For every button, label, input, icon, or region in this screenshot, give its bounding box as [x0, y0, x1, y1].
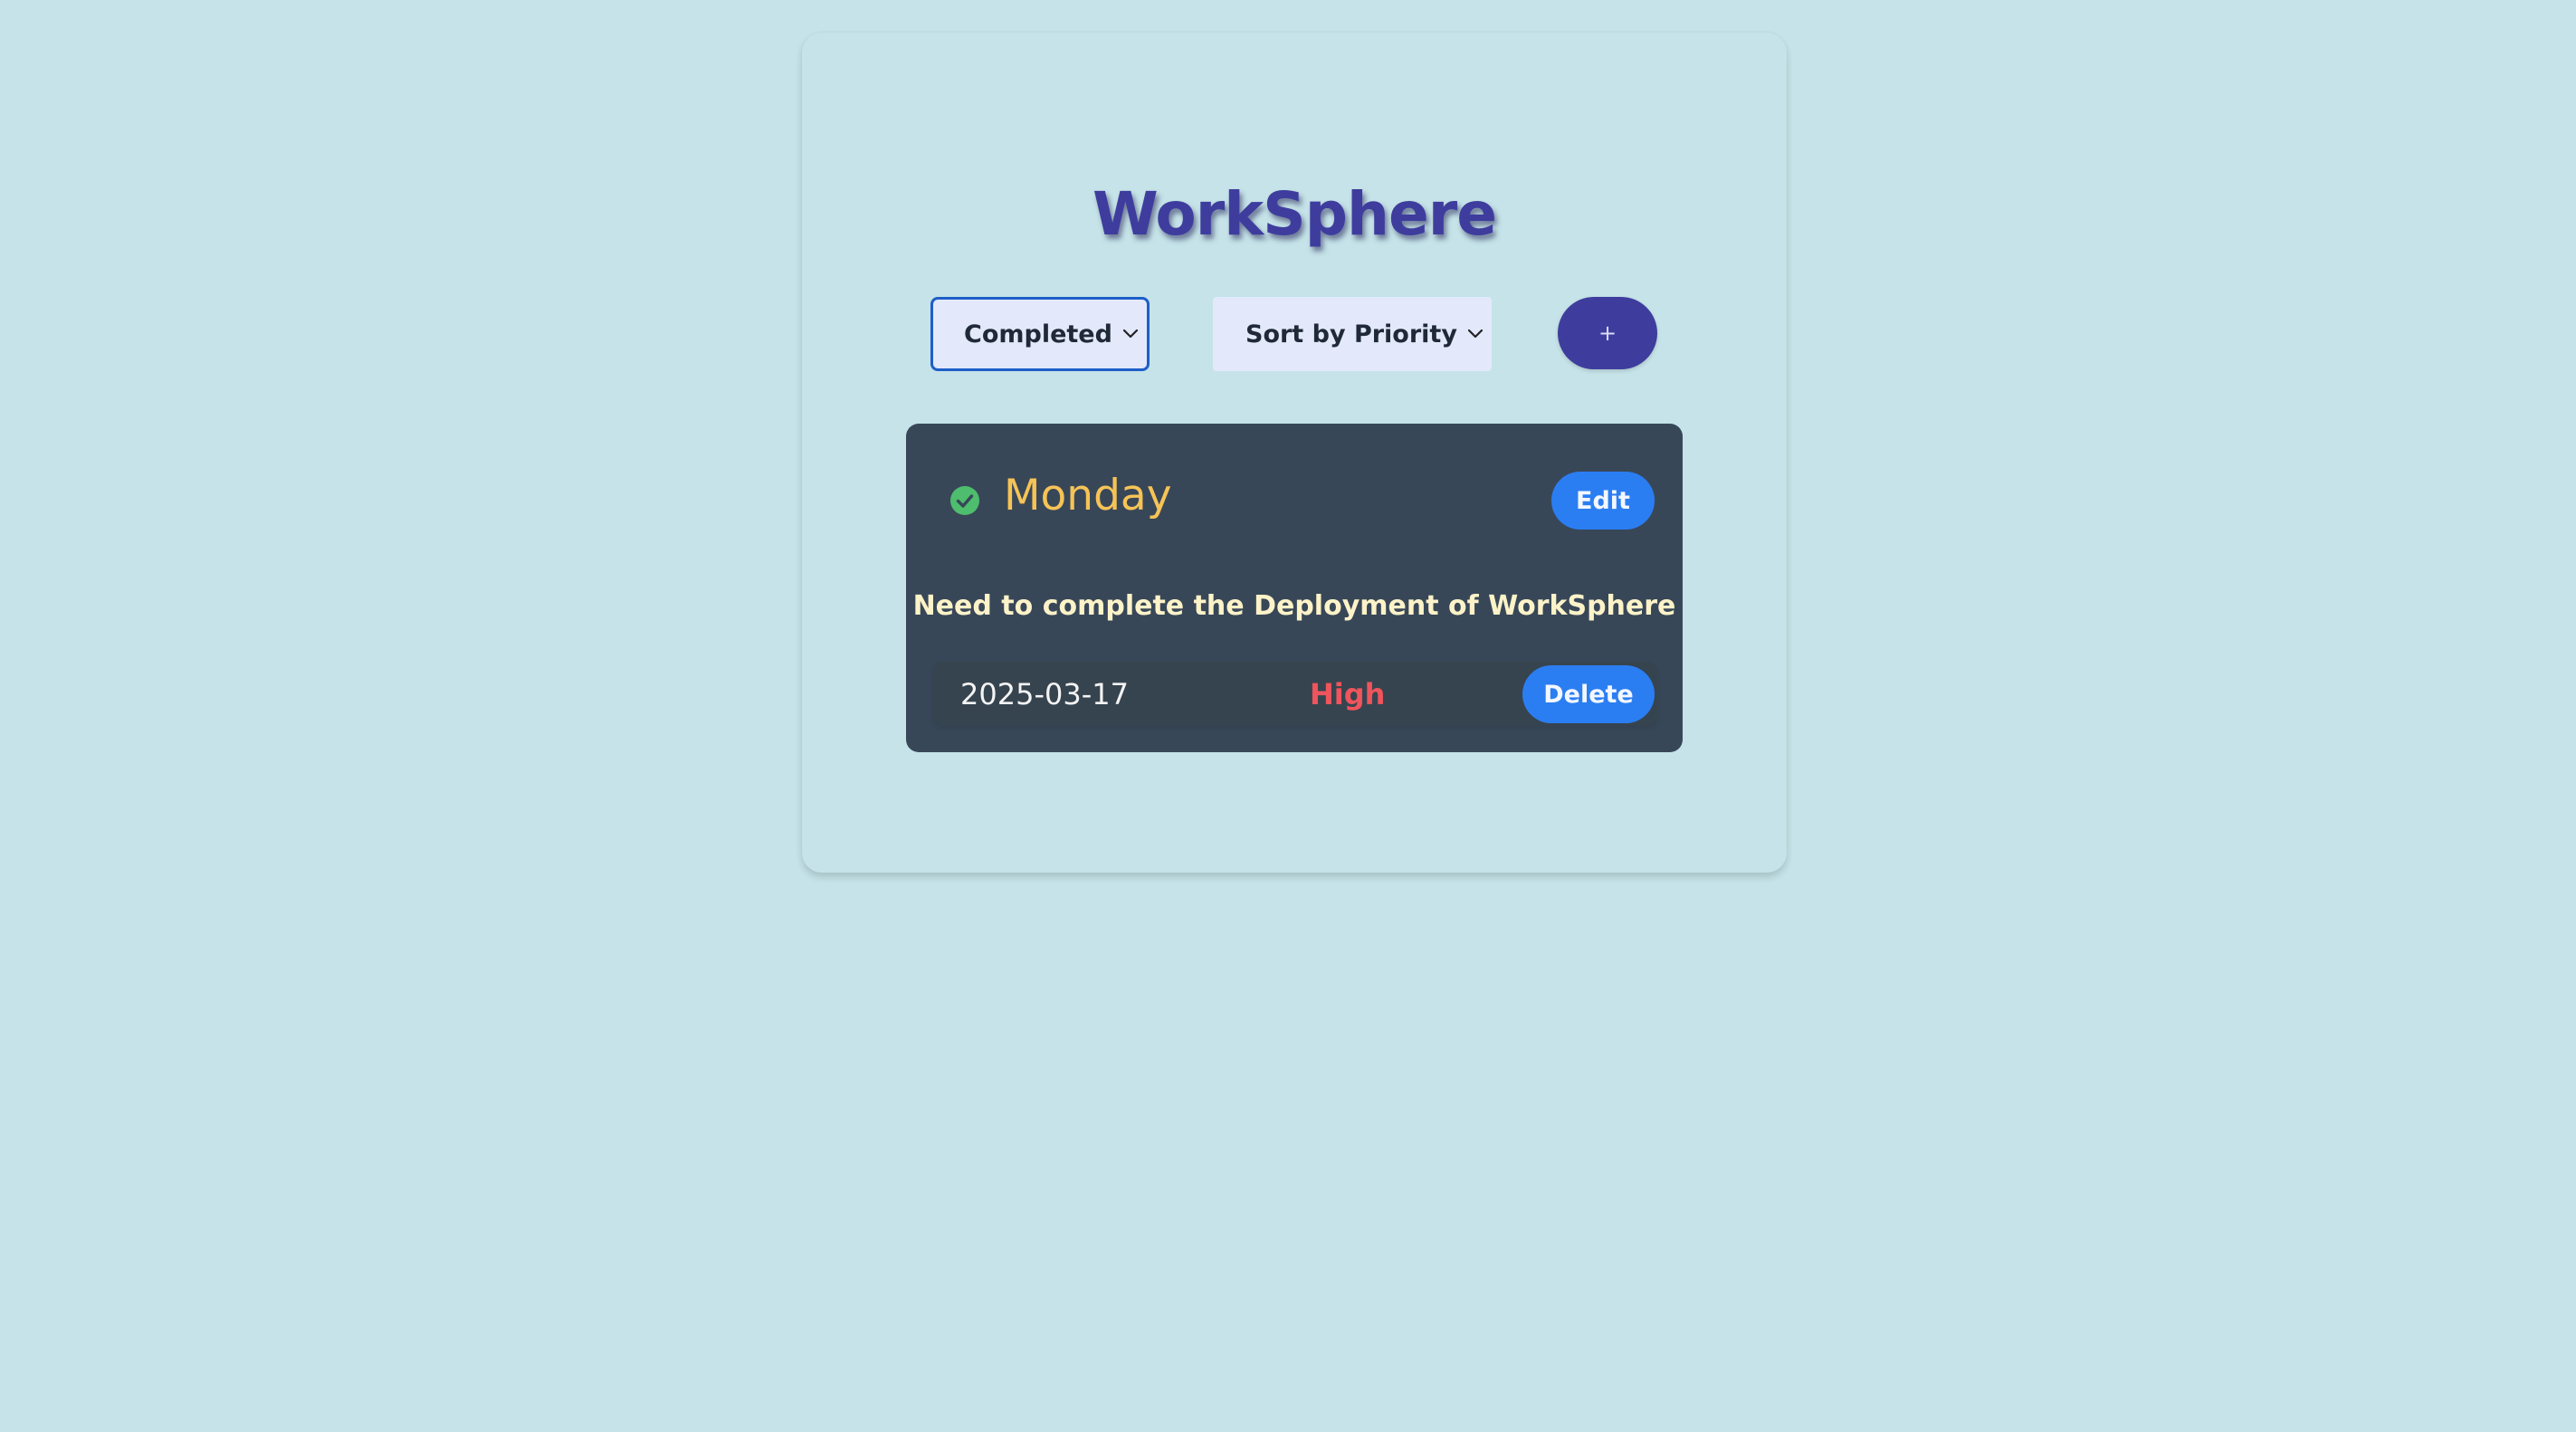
plus-icon: + [1598, 320, 1617, 346]
task-due-date: 2025-03-17 [960, 677, 1129, 711]
task-description: Need to complete the Deployment of WorkS… [912, 590, 1676, 622]
status-filter-value: Completed [964, 320, 1112, 348]
status-filter-select[interactable]: Completed [930, 297, 1150, 371]
add-task-button[interactable]: + [1558, 297, 1657, 369]
task-card: Monday Edit Need to complete the Deploym… [906, 424, 1683, 752]
sort-select[interactable]: Sort by Priority [1213, 297, 1492, 371]
sort-select-value: Sort by Priority [1245, 320, 1457, 348]
app-title: WorkSphere [1092, 179, 1497, 249]
chevron-down-icon [1122, 329, 1139, 339]
task-priority-badge: High [1310, 677, 1386, 711]
edit-button[interactable]: Edit [1551, 472, 1655, 530]
delete-button[interactable]: Delete [1522, 665, 1655, 723]
check-circle-icon [950, 486, 979, 515]
chevron-down-icon [1467, 329, 1484, 339]
task-title: Monday [1004, 471, 1172, 520]
